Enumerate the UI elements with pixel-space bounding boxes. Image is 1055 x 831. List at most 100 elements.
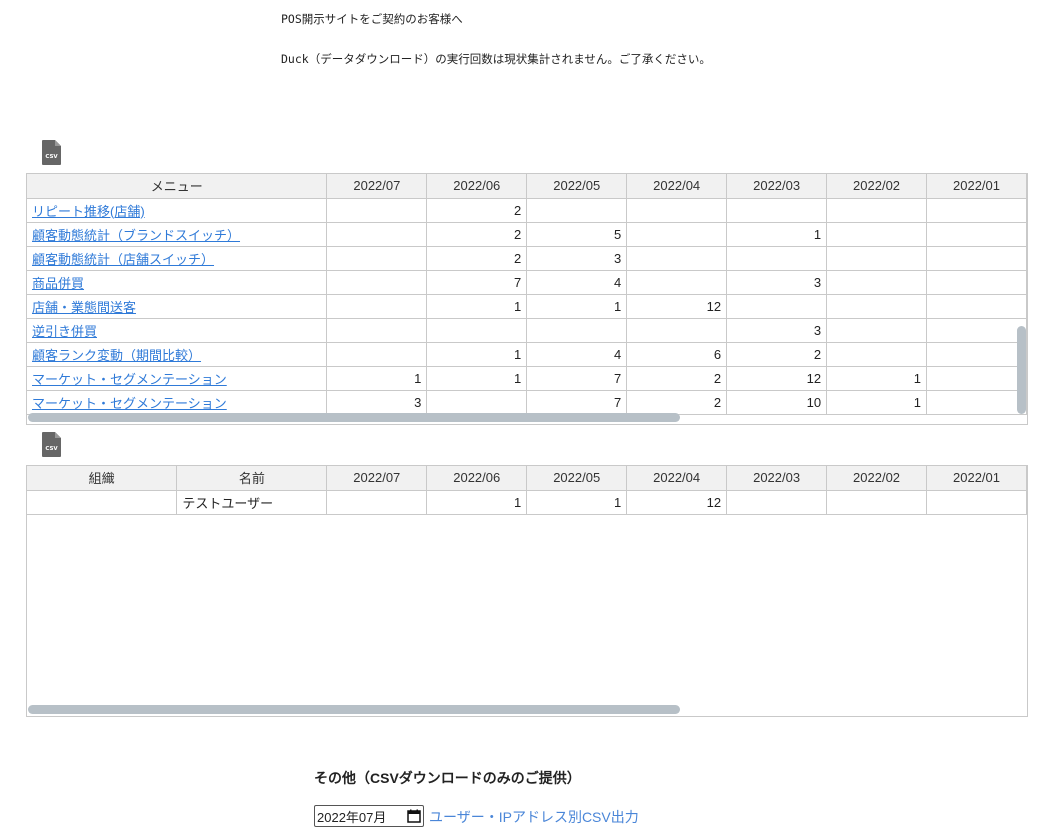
calendar-icon[interactable] [407,809,421,823]
menu-cell: リピート推移(店舗) [27,197,328,223]
count-cell: 5 [526,221,628,247]
vertical-scrollbar[interactable] [1017,326,1026,414]
table-row: 顧客動態統計（ブランドスイッチ） 2 5 1 [27,221,1027,247]
count-cell [326,489,428,515]
menu-link[interactable]: 商品併買 [32,276,84,291]
column-header-month: 2022/06 [426,174,528,199]
count-cell: 2 [426,245,528,271]
count-cell: 4 [526,269,628,295]
column-header-name: 名前 [176,466,328,491]
count-cell: 12 [726,365,828,391]
menu-usage-table-container[interactable]: メニュー 2022/07 2022/06 2022/05 2022/04 202… [26,173,1028,425]
horizontal-scrollbar[interactable] [28,413,680,422]
count-cell: 2 [626,365,728,391]
menu-cell: 商品併買 [27,269,328,295]
horizontal-scrollbar[interactable] [28,705,680,714]
count-cell: 2 [426,221,528,247]
column-header-organization: 組織 [27,466,178,491]
column-header-month: 2022/07 [326,466,428,491]
column-header-month: 2022/01 [926,466,1027,491]
user-usage-table-container[interactable]: 組織 名前 2022/07 2022/06 2022/05 2022/04 20… [26,465,1028,717]
column-header-month: 2022/06 [426,466,528,491]
menu-link[interactable]: リピート推移(店舗) [32,204,145,219]
month-picker-input[interactable]: 2022年07月 [314,805,424,827]
count-cell [826,317,928,343]
column-header-menu: メニュー [27,174,328,199]
count-cell [826,269,928,295]
count-cell [926,293,1027,319]
menu-cell: 顧客動態統計（店舗スイッチ） [27,245,328,271]
count-cell [826,293,928,319]
count-cell [726,293,828,319]
count-cell [626,245,728,271]
menu-link[interactable]: 店舗・業態間送客 [32,300,136,315]
count-cell [726,245,828,271]
count-cell [626,317,728,343]
count-cell: 6 [626,341,728,367]
menu-link[interactable]: 顧客動態統計（店舗スイッチ） [32,252,214,267]
count-cell: 12 [626,489,728,515]
menu-cell: 店舗・業態間送客 [27,293,328,319]
count-cell [926,365,1027,391]
count-cell [826,489,928,515]
count-cell: 4 [526,341,628,367]
menu-link[interactable]: 顧客動態統計（ブランドスイッチ） [32,228,240,243]
count-cell [826,221,928,247]
csv-file-icon[interactable]: CSV [42,432,61,457]
count-cell [626,197,728,223]
organization-cell [27,489,178,515]
csv-file-icon[interactable]: CSV [42,140,61,165]
count-cell [826,341,928,367]
column-header-month: 2022/05 [526,466,628,491]
count-cell: 2 [426,197,528,223]
count-cell [926,389,1027,415]
count-cell: 7 [526,365,628,391]
count-cell [926,245,1027,271]
table-header-row: メニュー 2022/07 2022/06 2022/05 2022/04 202… [27,174,1027,199]
count-cell [626,269,728,295]
menu-link[interactable]: マーケット・セグメンテーション [32,372,227,387]
menu-cell: マーケット・セグメンテーション [27,389,328,415]
column-header-month: 2022/05 [526,174,628,199]
notice-title: POS開示サイトをご契約のお客様へ [281,12,463,26]
count-cell: 1 [826,365,928,391]
count-cell [826,197,928,223]
table-header-row: 組織 名前 2022/07 2022/06 2022/05 2022/04 20… [27,466,1027,491]
menu-link[interactable]: 逆引き併買 [32,324,97,339]
menu-cell: 逆引き併買 [27,317,328,343]
menu-link[interactable]: マーケット・セグメンテーション [32,396,227,411]
table-row: 逆引き併買 3 [27,317,1027,343]
count-cell: 1 [726,221,828,247]
count-cell: 3 [526,245,628,271]
count-cell [926,489,1027,515]
count-cell: 1 [426,293,528,319]
count-cell [326,197,428,223]
table-row: マーケット・セグメンテーション 1 1 7 2 12 1 [27,365,1027,391]
table-row: 商品併買 7 4 3 [27,269,1027,295]
notice-message: Duck（データダウンロード）の実行回数は現状集計されません。ご了承ください。 [281,52,711,66]
count-cell [926,341,1027,367]
table-row: マーケット・セグメンテーション 3 7 2 10 1 [27,389,1027,415]
user-ip-csv-export-link[interactable]: ユーザー・IPアドレス別CSV出力 [429,807,639,827]
count-cell [726,489,828,515]
count-cell [326,341,428,367]
count-cell [326,293,428,319]
svg-text:CSV: CSV [45,154,58,160]
menu-link[interactable]: 顧客ランク変動（期間比較） [32,348,201,363]
count-cell: 1 [526,293,628,319]
count-cell [526,317,628,343]
table-row: 店舗・業態間送客 1 1 12 [27,293,1027,319]
count-cell: 7 [526,389,628,415]
month-value: 2022年07月 [317,809,387,825]
count-cell: 3 [726,317,828,343]
table-row: 顧客動態統計（店舗スイッチ） 2 3 [27,245,1027,271]
table-row: 顧客ランク変動（期間比較） 1 4 6 2 [27,341,1027,367]
count-cell [326,245,428,271]
table-row: リピート推移(店舗) 2 [27,197,1027,223]
count-cell: 2 [726,341,828,367]
column-header-month: 2022/02 [826,174,928,199]
column-header-month: 2022/07 [326,174,428,199]
column-header-month: 2022/03 [726,174,828,199]
count-cell [926,269,1027,295]
count-cell [926,317,1027,343]
